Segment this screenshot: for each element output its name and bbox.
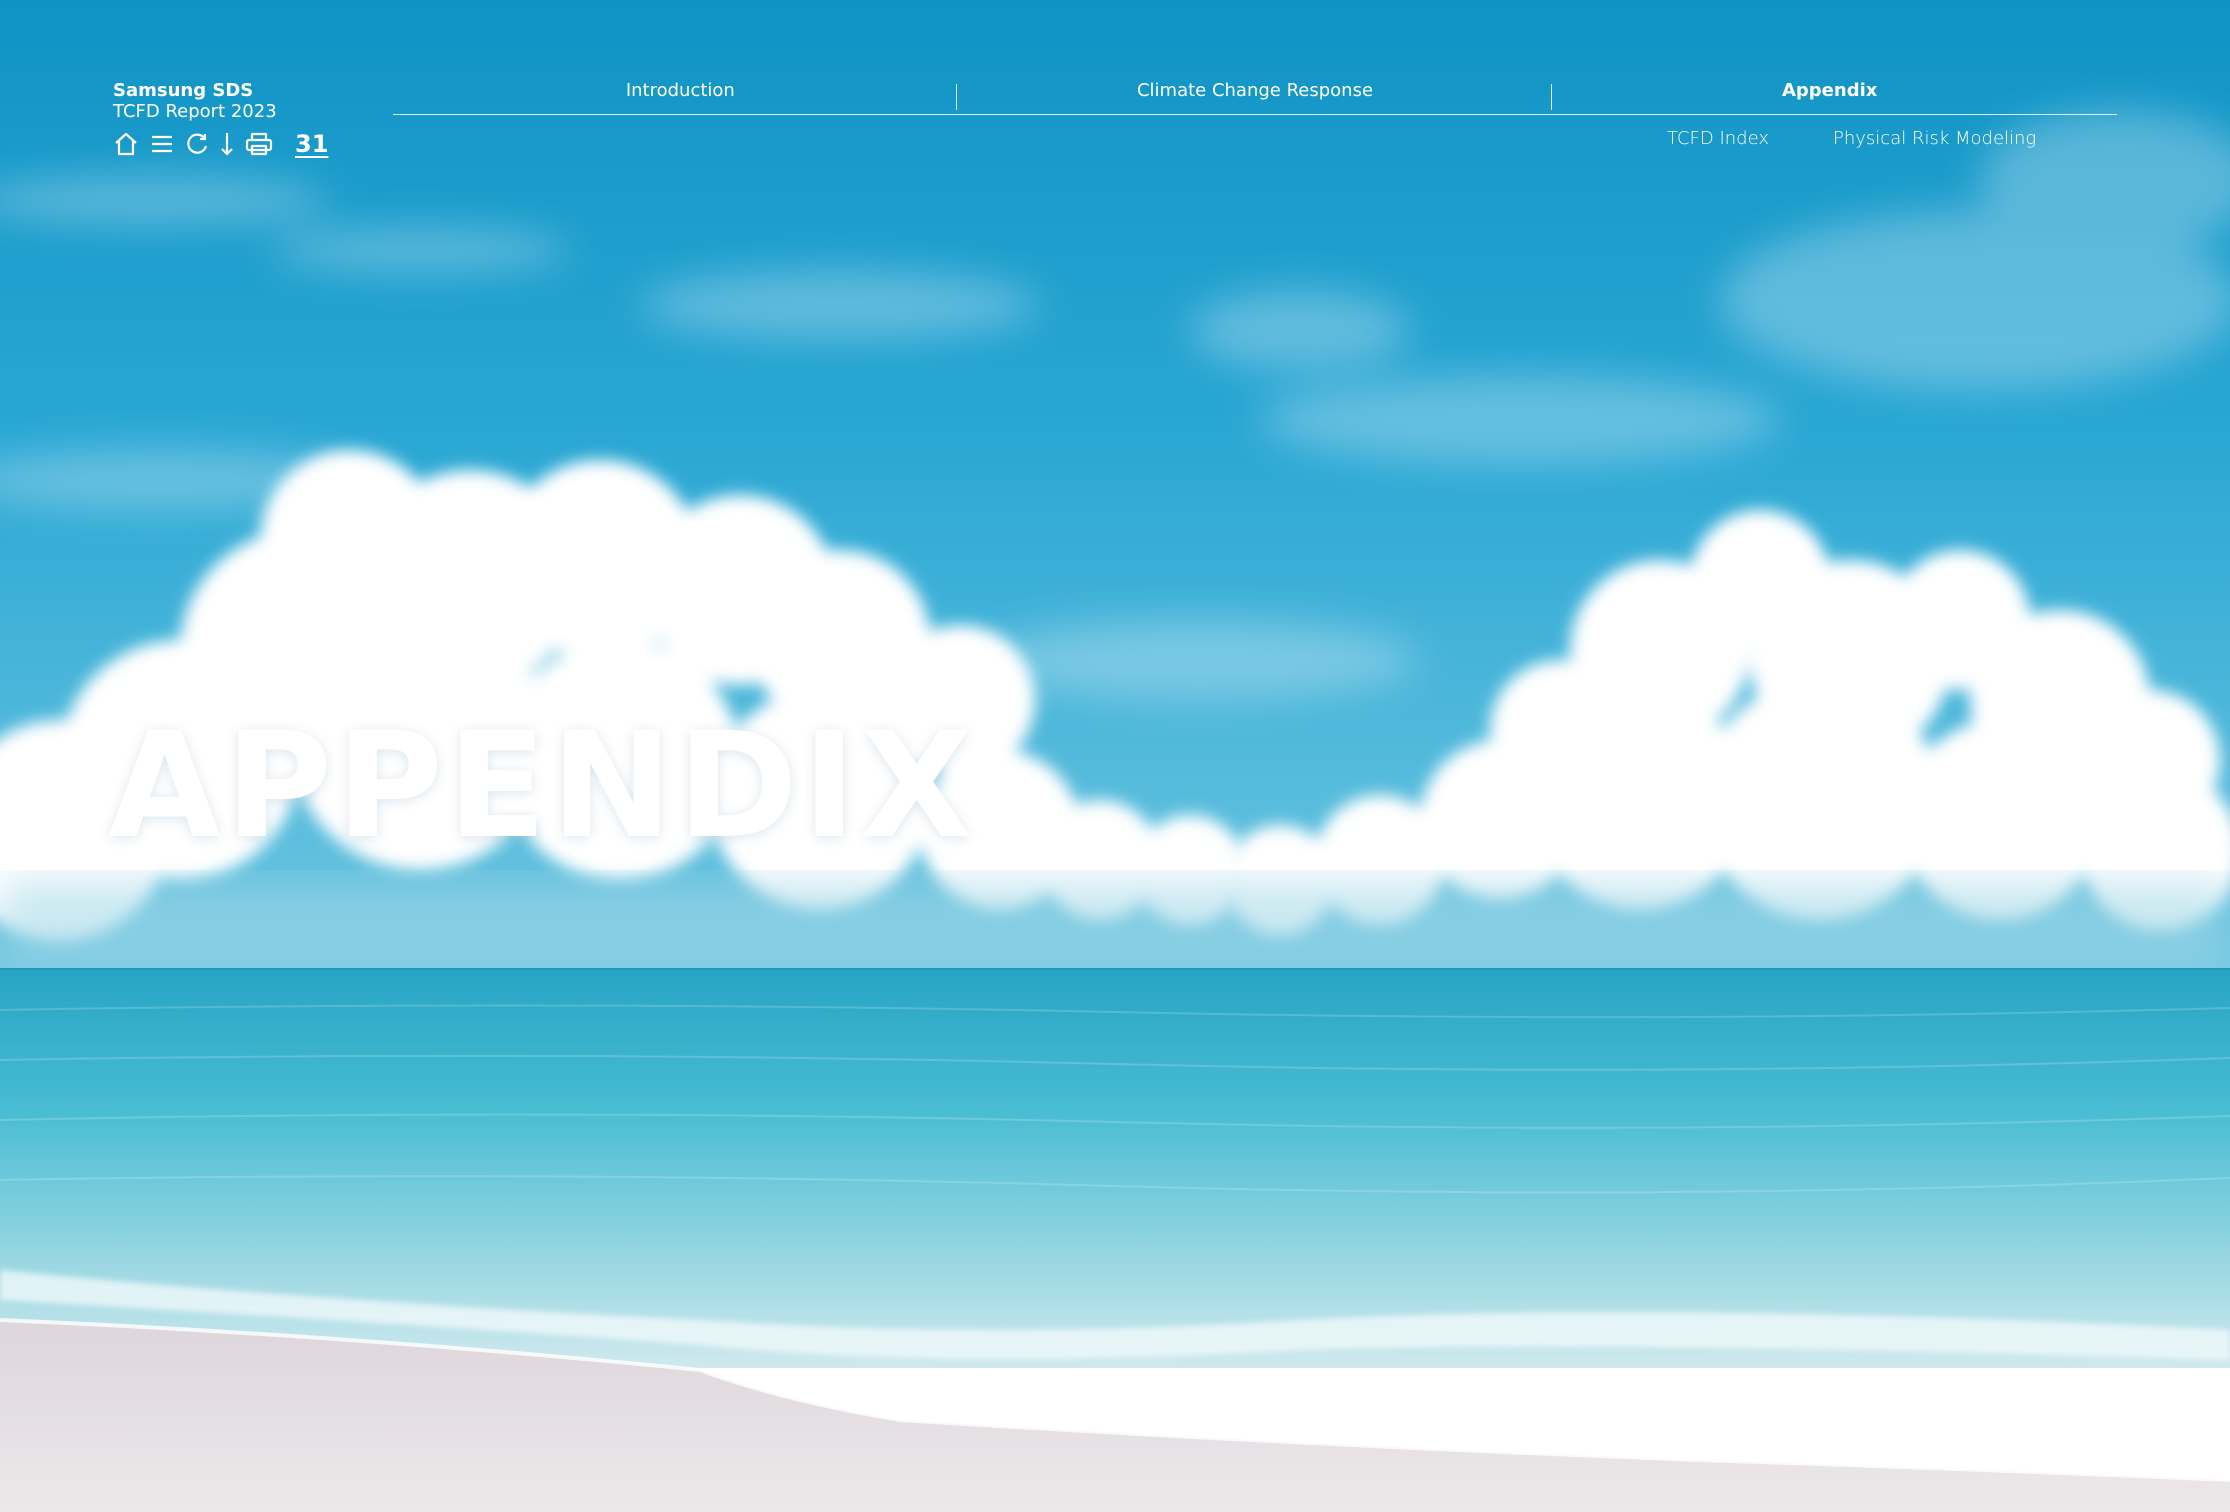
subtab-physical-risk-modeling[interactable]: Physical Risk Modeling: [1833, 128, 2036, 149]
refresh-icon[interactable]: [185, 131, 209, 157]
tab-climate-change-response[interactable]: Climate Change Response: [968, 68, 1543, 114]
page-number[interactable]: 31: [295, 130, 328, 158]
brand-block: Samsung SDS TCFD Report 2023: [113, 80, 277, 122]
main-nav: Introduction Climate Change Response App…: [393, 68, 2117, 115]
report-title: TCFD Report 2023: [113, 101, 277, 122]
subtab-tcfd-index[interactable]: TCFD Index: [1667, 128, 1769, 149]
tab-appendix[interactable]: Appendix: [1542, 68, 2117, 114]
download-icon[interactable]: [219, 131, 235, 157]
tab-introduction[interactable]: Introduction: [393, 68, 968, 114]
page-title: APPENDIX: [108, 701, 978, 871]
nav-divider: [956, 84, 957, 110]
menu-icon[interactable]: [149, 131, 175, 157]
home-icon[interactable]: [113, 131, 139, 157]
company-name: Samsung SDS: [113, 80, 254, 101]
nav-divider: [1551, 84, 1552, 110]
toolbar: 31: [113, 128, 328, 160]
print-icon[interactable]: [245, 131, 273, 157]
